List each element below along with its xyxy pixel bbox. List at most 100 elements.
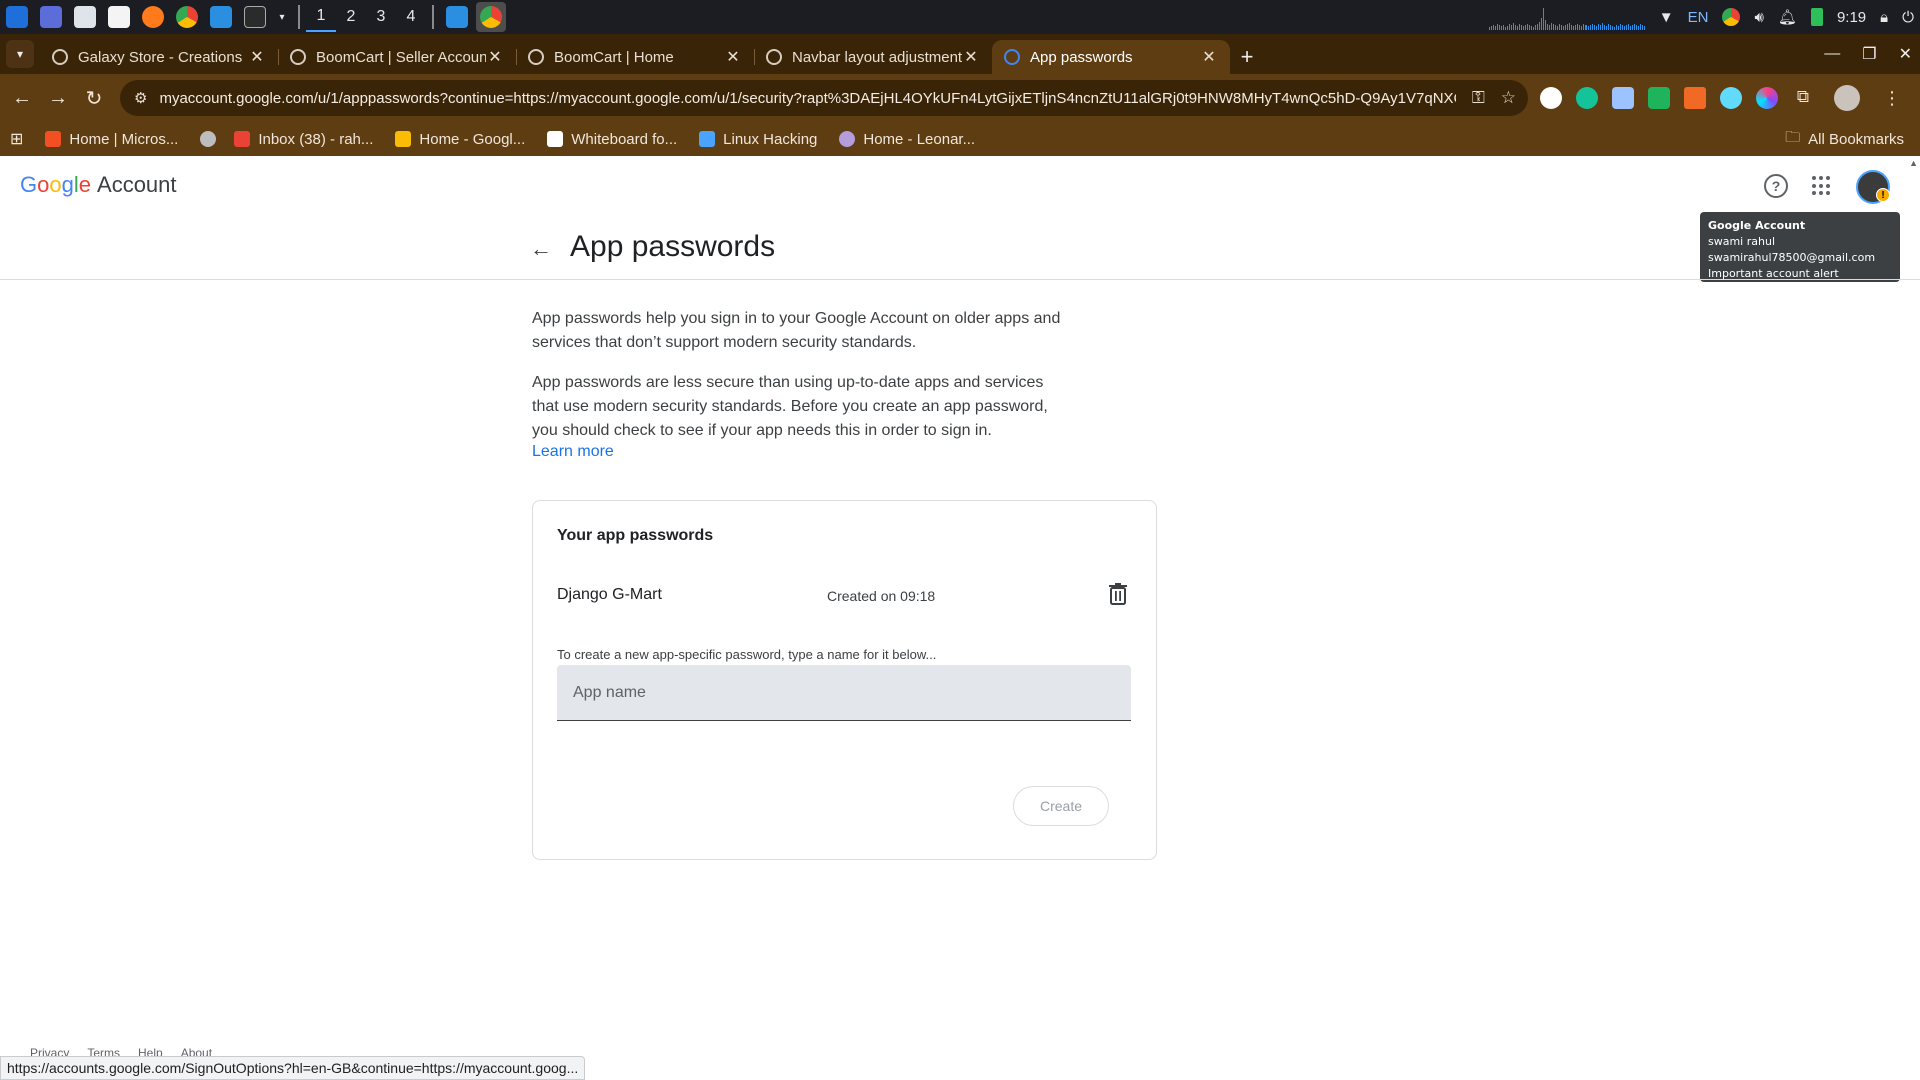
bookmark-whiteboard[interactable]: Whiteboard fo... <box>547 131 677 148</box>
close-icon[interactable]: ✕ <box>248 47 266 67</box>
network-graph-bar <box>1601 23 1603 30</box>
extension-icon[interactable] <box>1612 87 1634 109</box>
help-icon[interactable]: ? <box>1764 174 1788 198</box>
network-graph-bar <box>1523 26 1525 30</box>
tab-title: App passwords <box>1030 48 1133 66</box>
reload-icon[interactable]: ↻ <box>76 80 112 116</box>
power-icon[interactable]: ⏻ <box>1902 9 1914 26</box>
battery-icon[interactable] <box>1810 8 1823 26</box>
terminal-icon[interactable] <box>240 2 270 32</box>
lock-icon[interactable]: 🔒︎ <box>1880 9 1888 26</box>
wifi-icon[interactable]: ▼ <box>1659 9 1674 26</box>
volume-icon[interactable]: 🔊︎ <box>1754 9 1763 26</box>
menu-kebab-icon[interactable]: ⋮ <box>1874 80 1910 116</box>
chrome-icon[interactable] <box>172 2 202 32</box>
close-window-icon[interactable]: ✕ <box>1899 44 1912 64</box>
tab-boomcart-home[interactable]: BoomCart | Home ✕ <box>516 40 754 74</box>
close-icon[interactable]: ✕ <box>724 47 742 67</box>
bookmark-home-microsoft[interactable]: Home | Micros... <box>45 131 178 148</box>
close-icon[interactable]: ✕ <box>486 47 504 67</box>
network-graph-bar <box>1577 24 1579 30</box>
apps-grid-icon[interactable]: ⊞ <box>10 129 23 149</box>
extension-icon[interactable] <box>1684 87 1706 109</box>
chrome-window-icon[interactable] <box>476 2 506 32</box>
react-devtools-icon[interactable] <box>1720 87 1742 109</box>
network-graph-bar <box>1585 25 1587 30</box>
notification-bell-icon[interactable]: 🔔︎ <box>1778 8 1797 26</box>
window-controls: — ❐ ✕ <box>1824 34 1912 74</box>
restore-icon[interactable]: ❐ <box>1862 44 1876 64</box>
tab-navbar-layout[interactable]: Navbar layout adjustment ✕ <box>754 40 992 74</box>
browser-toolbar: ← → ↻ ⚙ myaccount.google.com/u/1/apppass… <box>0 74 1920 122</box>
tab-title: Navbar layout adjustment <box>792 48 962 66</box>
tab-search-icon[interactable]: ▾ <box>6 40 34 68</box>
tab-boomcart-seller[interactable]: BoomCart | Seller Account ✕ <box>278 40 516 74</box>
network-graph-bar <box>1571 25 1573 30</box>
page-scrollbar[interactable]: ▲ <box>1908 156 1920 1080</box>
bookmark-home-google[interactable]: Home - Googl... <box>395 131 525 148</box>
new-tab-button[interactable]: + <box>1230 40 1264 74</box>
workspace-4[interactable]: 4 <box>396 2 426 32</box>
colorzilla-icon[interactable] <box>1756 87 1778 109</box>
bookmark-home-leonardo[interactable]: Home - Leonar... <box>839 131 975 148</box>
os-launcher-icon[interactable] <box>2 2 32 32</box>
text-editor-icon[interactable] <box>104 2 134 32</box>
desktop-icon[interactable] <box>36 2 66 32</box>
bookmark-globe[interactable] <box>200 131 224 147</box>
app-name-input[interactable] <box>557 665 1131 721</box>
network-graph-bar <box>1589 25 1591 30</box>
tab-galaxy-store[interactable]: Galaxy Store - Creations ✕ <box>40 40 278 74</box>
trash-icon[interactable] <box>1109 583 1127 605</box>
vscode-icon[interactable] <box>206 2 236 32</box>
browser-tab-strip: ▾ Galaxy Store - Creations ✕ BoomCart | … <box>0 34 1920 74</box>
profile-avatar[interactable] <box>1834 85 1860 111</box>
alert-icon: ! <box>1876 188 1890 202</box>
clock[interactable]: 9:19 <box>1837 9 1866 26</box>
all-bookmarks-button[interactable]: 🗀 All Bookmarks <box>1785 122 1904 156</box>
extension-icon[interactable] <box>1648 87 1670 109</box>
chevron-down-icon[interactable]: ▾ <box>274 2 290 32</box>
tab-app-passwords[interactable]: App passwords ✕ <box>992 40 1230 74</box>
extension-icon[interactable] <box>1540 87 1562 109</box>
workspace-1[interactable]: 1 <box>306 2 336 32</box>
back-arrow-icon[interactable]: ← <box>530 236 552 262</box>
url-text[interactable]: myaccount.google.com/u/1/apppasswords?co… <box>159 90 1455 107</box>
system-tray: ▼ EN 🔊︎ 🔔︎ 9:19 🔒︎ ⏻ <box>1488 0 1914 34</box>
grammarly-icon[interactable] <box>1576 87 1598 109</box>
globe-icon <box>528 49 544 65</box>
google-account-logo[interactable]: Google Account <box>20 172 177 198</box>
extensions-area: ⧉ ⋮ <box>1540 74 1910 122</box>
bookmark-inbox[interactable]: Inbox (38) - rah... <box>234 131 373 148</box>
network-graph-bar <box>1516 26 1518 30</box>
globe-icon <box>290 49 306 65</box>
address-bar[interactable]: ⚙ myaccount.google.com/u/1/apppasswords?… <box>120 80 1528 116</box>
language-indicator[interactable]: EN <box>1688 9 1709 26</box>
google-apps-icon[interactable] <box>1812 176 1832 196</box>
panel-divider <box>432 5 434 29</box>
network-graph-bar <box>1531 26 1533 30</box>
firefox-icon[interactable] <box>138 2 168 32</box>
files-icon[interactable] <box>70 2 100 32</box>
network-graph-bar <box>1629 26 1631 30</box>
vscode-window-icon[interactable] <box>442 2 472 32</box>
workspace-2[interactable]: 2 <box>336 2 366 32</box>
password-key-icon[interactable]: ⚿ <box>1472 88 1485 108</box>
whiteboard-icon <box>547 131 564 147</box>
bookmark-star-icon[interactable]: ☆ <box>1501 88 1516 108</box>
close-icon[interactable]: ✕ <box>1200 47 1218 67</box>
network-graph-bar <box>1527 24 1529 30</box>
forward-icon[interactable]: → <box>40 80 76 116</box>
minimize-icon[interactable]: — <box>1824 45 1840 63</box>
close-icon[interactable]: ✕ <box>962 47 980 67</box>
create-button[interactable]: Create <box>1013 786 1109 826</box>
scroll-up-icon[interactable]: ▲ <box>1909 158 1918 168</box>
extensions-puzzle-icon[interactable]: ⧉ <box>1792 87 1814 109</box>
back-icon[interactable]: ← <box>4 80 40 116</box>
chrome-tray-icon[interactable] <box>1722 8 1741 26</box>
workspace-3[interactable]: 3 <box>366 2 396 32</box>
openai-icon <box>766 49 782 65</box>
site-info-icon[interactable]: ⚙ <box>134 89 147 107</box>
network-graph-bar <box>1623 26 1625 30</box>
learn-more-link[interactable]: Learn more <box>532 443 614 461</box>
bookmark-linux-hacking[interactable]: Linux Hacking <box>699 131 817 148</box>
